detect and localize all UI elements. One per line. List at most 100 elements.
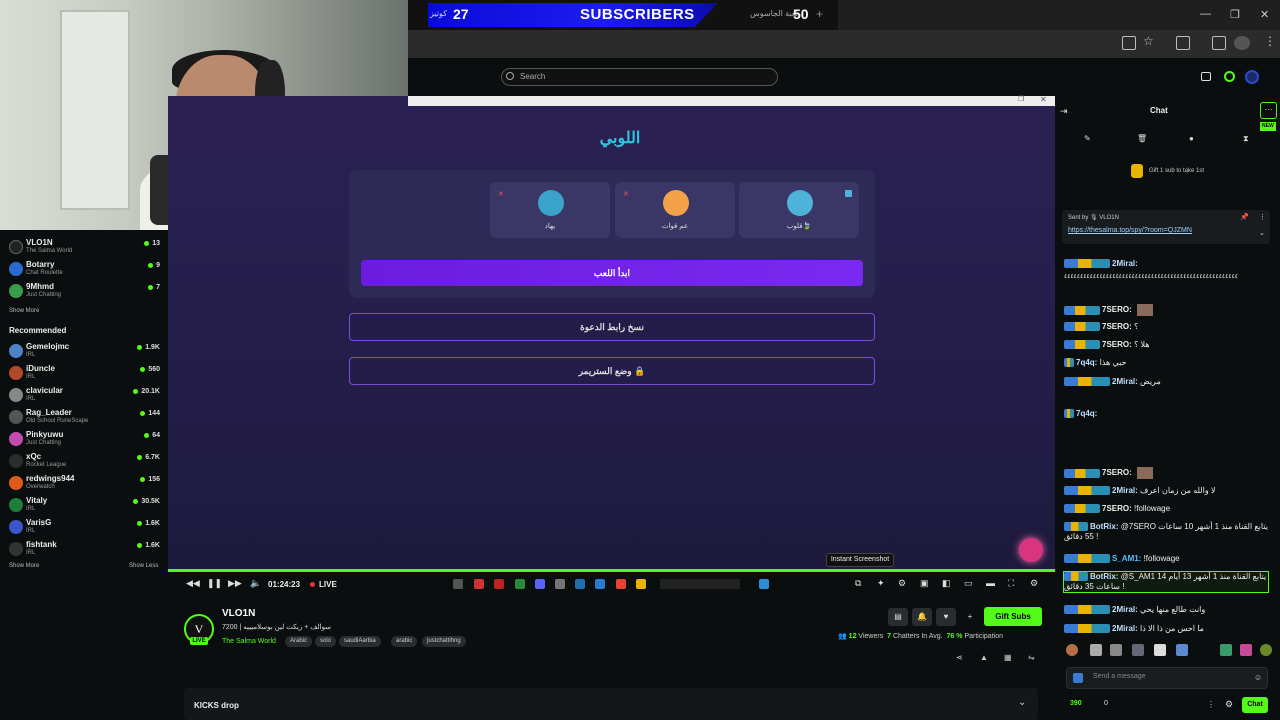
emote-icon[interactable]	[1066, 644, 1078, 656]
sidebar-item-rag_leader[interactable]: Rag_Leader Old School RuneScape 144	[0, 406, 168, 428]
kick-player-icon[interactable]: ✕	[498, 190, 504, 198]
theater-mode-icon[interactable]: ▣	[920, 578, 929, 589]
trash-icon[interactable]: 🗑	[1137, 134, 1147, 143]
collapse-chat-icon[interactable]: ⇥	[1060, 106, 1068, 117]
user-avatar[interactable]	[1245, 70, 1259, 84]
chevron-down-icon[interactable]: ⌄	[1018, 697, 1026, 708]
minimize-icon[interactable]: —	[1200, 8, 1211, 20]
kick-status-icon[interactable]	[1224, 71, 1235, 82]
browser-menu-icon[interactable]: ⋮	[1264, 34, 1276, 48]
sidebar-item-iduncle[interactable]: iDuncle IRL 560	[0, 362, 168, 384]
chat-settings-icon[interactable]: ⚙	[1225, 699, 1233, 710]
gift-count[interactable]: 0	[1104, 700, 1108, 707]
sidebar-item-varisg[interactable]: VarisG IRL 1.6K	[0, 516, 168, 538]
sparkle-icon[interactable]: ✦	[877, 578, 885, 589]
wallet-icon[interactable]	[1201, 72, 1211, 81]
emote-icon[interactable]	[1154, 644, 1166, 656]
tag[interactable]: saudiAarbia	[339, 636, 381, 647]
send-chat-button[interactable]: Chat	[1242, 697, 1268, 713]
floating-action-button[interactable]	[1019, 538, 1043, 562]
emote-icon[interactable]	[1260, 644, 1272, 656]
subscribe-icon[interactable]: ▤	[888, 608, 908, 626]
copy-invite-link-button[interactable]: نسخ رابط الدعوة	[349, 313, 875, 341]
hourglass-icon[interactable]: ⧗	[1243, 134, 1249, 144]
sidebar-item-xqc[interactable]: xQc Rocket League 6.7K	[0, 450, 168, 472]
follow-heart-icon[interactable]: ♥	[936, 608, 956, 626]
translate-icon[interactable]	[1122, 36, 1136, 50]
fullwidth-icon[interactable]: ▬	[986, 578, 995, 588]
tag[interactable]: arabic	[391, 636, 418, 647]
player-card[interactable]: يهاد ✕	[490, 182, 610, 238]
volume-icon[interactable]: 🔈	[250, 578, 261, 589]
window-close-icon[interactable]: ✕	[1040, 95, 1047, 104]
pin-icon[interactable]: 📌	[1240, 213, 1249, 221]
restore-icon[interactable]: ❐	[1230, 8, 1240, 21]
chat-bubble-icon[interactable]: ●	[1189, 134, 1194, 143]
emote-icon[interactable]	[1240, 644, 1252, 656]
add-icon[interactable]: +	[816, 7, 823, 21]
search-input[interactable]: Search	[501, 68, 778, 86]
media-icon[interactable]	[1212, 36, 1226, 50]
sidebar-item-redwings944[interactable]: redwings944 Overwatch 156	[0, 472, 168, 494]
player-card[interactable]: قلوب🍃	[739, 182, 859, 238]
pause-icon[interactable]: ❚❚	[207, 578, 222, 589]
emote-icon[interactable]	[1090, 644, 1102, 656]
rewind-icon[interactable]: ◀◀	[186, 578, 200, 589]
show-more-following[interactable]: Show More	[9, 308, 39, 314]
tag[interactable]: solo	[315, 636, 337, 647]
gear-icon[interactable]: ⚙	[1030, 578, 1038, 589]
mute-chat-icon[interactable]: ⇋	[1028, 653, 1035, 662]
mini-player-icon[interactable]: ▭	[964, 578, 973, 589]
show-more-recommended[interactable]: Show More	[9, 563, 39, 569]
report-icon[interactable]: ▲	[980, 653, 988, 662]
kicks-drop-panel[interactable]	[184, 688, 1038, 720]
forward-icon[interactable]: ▶▶	[228, 578, 242, 589]
channel-points[interactable]: 390	[1070, 700, 1082, 707]
emote-icon[interactable]	[1110, 644, 1122, 656]
add-icon[interactable]: +	[960, 608, 980, 626]
kick-player-icon[interactable]: ✕	[623, 190, 629, 198]
sidebar-item-vlo1n[interactable]: VLO1N The Salma World 13	[0, 236, 168, 258]
channel-name[interactable]: VLO1N	[222, 608, 255, 619]
notification-bell-icon[interactable]: 🔔	[912, 608, 932, 626]
profile-avatar[interactable]	[1234, 36, 1250, 50]
close-icon[interactable]: ✕	[1260, 8, 1269, 21]
show-less-recommended[interactable]: Show Less	[129, 563, 158, 569]
chat-menu-button[interactable]: ···	[1260, 102, 1277, 119]
sidebar-item-vitaly[interactable]: Vitaly IRL 30.5K	[0, 494, 168, 516]
share-icon[interactable]: ⋖	[956, 653, 963, 662]
player-card[interactable]: عم قوات ✕	[615, 182, 735, 238]
chat-input[interactable]: Send a message	[1066, 667, 1268, 689]
sidebar-item-gemelojmc[interactable]: Gemelojmc IRL 1.9K	[0, 340, 168, 362]
chevron-down-icon[interactable]: ⌄	[1259, 229, 1265, 237]
emote-icon[interactable]	[1220, 644, 1232, 656]
emote-picker-icon[interactable]	[1073, 673, 1083, 683]
more-icon[interactable]: ⋮	[1259, 213, 1266, 221]
tag[interactable]: Arabic	[285, 636, 313, 647]
smiley-icon[interactable]: ☺	[1254, 673, 1262, 682]
bookmark-star-icon[interactable]: ☆	[1143, 34, 1154, 48]
stream-category[interactable]: The Salma World	[222, 638, 276, 645]
sidebar-item-9mhmd[interactable]: 9Mhmd Just Chatting 7	[0, 280, 168, 302]
emote-icon[interactable]	[1132, 644, 1144, 656]
host-icon	[845, 190, 852, 197]
start-game-button[interactable]: ابدأ اللعب	[361, 260, 863, 286]
pinned-link[interactable]: https://thesalma.top/spy/?room=QJZMN	[1068, 227, 1192, 234]
clip-library-icon[interactable]: ▦	[1004, 653, 1012, 662]
tag[interactable]: justchattihng	[422, 636, 466, 647]
more-icon[interactable]: ⋮	[1207, 700, 1215, 709]
emote-icon[interactable]	[1176, 644, 1188, 656]
pin-icon[interactable]: ✎	[1084, 134, 1091, 143]
pip-icon[interactable]: ◧	[942, 578, 951, 589]
clip-icon[interactable]: ⧉	[855, 578, 861, 589]
window-restore-icon[interactable]: ❐	[1018, 95, 1024, 103]
extensions-icon[interactable]	[1176, 36, 1190, 50]
fullscreen-icon[interactable]: ⛶	[1008, 578, 1014, 589]
gift-subs-button[interactable]: Gift Subs	[984, 607, 1042, 626]
streamer-mode-button[interactable]: وضع الستريمر 🔒	[349, 357, 875, 385]
sidebar-item-clavicular[interactable]: clavicular IRL 20.1K	[0, 384, 168, 406]
sidebar-item-fishtank[interactable]: fishtank IRL 1.6K	[0, 538, 168, 560]
sidebar-item-botarry[interactable]: Botarry Chat Roulette 9	[0, 258, 168, 280]
sidebar-item-pinkyuwu[interactable]: Pinkyuwu Just Chatting 64	[0, 428, 168, 450]
settings-icon[interactable]: ⚙	[898, 578, 906, 589]
